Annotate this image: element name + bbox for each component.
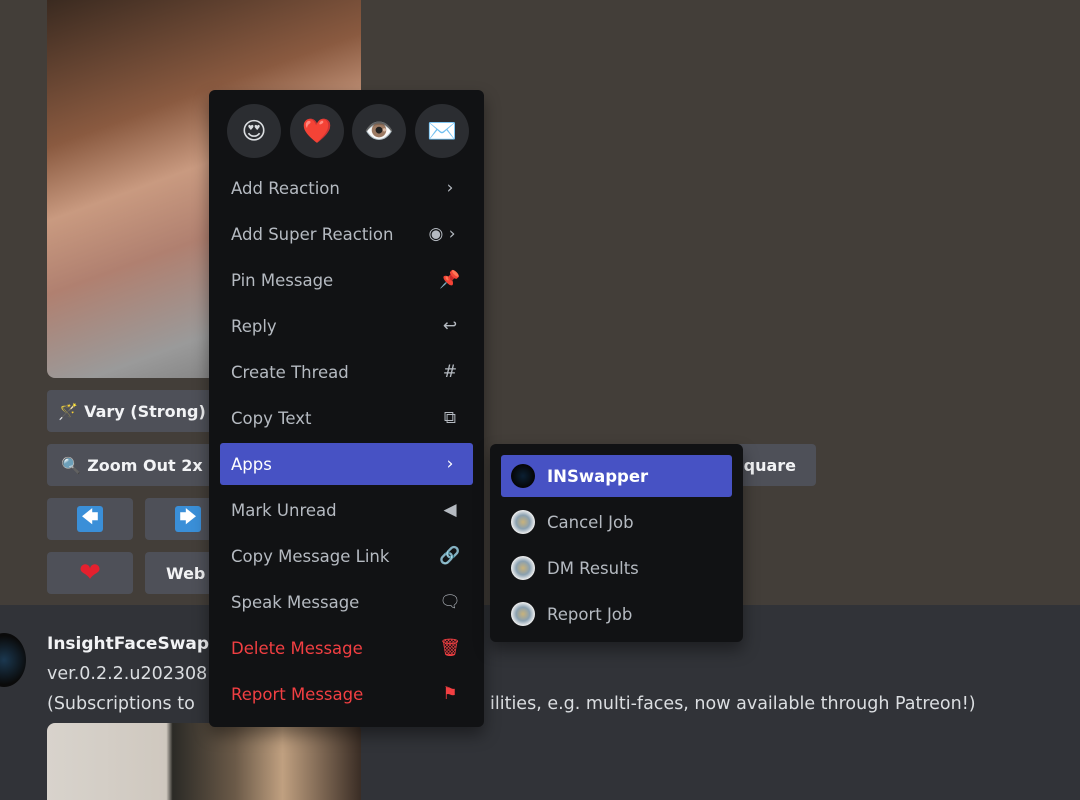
menu-item-label: Copy Text (231, 408, 312, 428)
inswapper-avatar-icon (511, 464, 535, 488)
app-avatar-icon (511, 556, 535, 580)
menu-item-label: Copy Message Link (231, 546, 390, 566)
menu-item-mark-unread[interactable]: Mark Unread ◀ (220, 489, 473, 531)
pin-icon: 📌 (439, 270, 461, 290)
thread-icon: # (442, 362, 458, 382)
magnifier-icon: 🔍 (61, 455, 82, 475)
app-avatar-icon (511, 602, 535, 626)
favorite-button[interactable]: ❤ (47, 552, 133, 594)
menu-item-label: Delete Message (231, 638, 363, 658)
super-reaction-chevron-icon: ◉ › (428, 224, 456, 244)
arrow-right-icon: 🡆 (175, 506, 201, 532)
menu-item-reply[interactable]: Reply ↩ (220, 305, 473, 347)
message-text-start: (Subscriptions to (47, 694, 195, 714)
zoom-out-button[interactable]: 🔍 Zoom Out 2x (47, 444, 217, 486)
app-dm-results[interactable]: DM Results (501, 547, 732, 589)
chevron-right-icon: › (446, 454, 454, 474)
quick-reaction-eye[interactable]: 👁️ (352, 104, 406, 158)
menu-item-add-super-reaction[interactable]: Add Super Reaction ◉ › (220, 213, 473, 255)
chevron-right-icon: › (446, 178, 454, 198)
magic-wand-icon: 🪄 (58, 401, 79, 421)
quick-reaction-envelope[interactable]: ✉️ (415, 104, 469, 158)
quick-reaction-heart[interactable]: ❤️ (290, 104, 344, 158)
message-author[interactable]: InsightFaceSwap (47, 634, 209, 654)
message-context-menu: 😍 ❤️ 👁️ ✉️ Add Reaction › Add Super Reacti… (209, 90, 484, 727)
pan-left-button[interactable]: 🡄 (47, 498, 133, 540)
menu-item-report-message[interactable]: Report Message ⚑ (220, 673, 473, 715)
reply-icon: ↩ (442, 316, 458, 336)
message-text-end: ilities, e.g. multi-faces, now available… (490, 694, 976, 714)
menu-item-speak-message[interactable]: Speak Message 🗨 (220, 581, 473, 623)
quick-reaction-heart-eyes[interactable]: 😍 (227, 104, 281, 158)
menu-item-copy-message-link[interactable]: Copy Message Link 🔗 (220, 535, 473, 577)
menu-item-label: Report Message (231, 684, 364, 704)
app-avatar-icon (511, 510, 535, 534)
speak-icon: 🗨 (439, 592, 461, 612)
menu-item-copy-text[interactable]: Copy Text ⧉ (220, 397, 473, 439)
menu-item-label: Speak Message (231, 592, 360, 612)
app-inswapper[interactable]: INSwapper (501, 455, 732, 497)
app-cancel-job[interactable]: Cancel Job (501, 501, 732, 543)
menu-item-pin-message[interactable]: Pin Message 📌 (220, 259, 473, 301)
menu-item-add-reaction[interactable]: Add Reaction › (220, 167, 473, 209)
menu-item-label: Mark Unread (231, 500, 337, 520)
menu-item-label: Add Reaction (231, 178, 340, 198)
attachment-image[interactable] (47, 723, 361, 800)
menu-item-apps[interactable]: Apps › (220, 443, 473, 485)
copy-icon: ⧉ (443, 408, 457, 428)
menu-item-label: Add Super Reaction (231, 224, 394, 244)
apps-submenu: INSwapper Cancel Job DM Results Report J… (490, 444, 743, 642)
message-version-line: ver.0.2.2.u202308 (47, 664, 208, 684)
menu-item-create-thread[interactable]: Create Thread # (220, 351, 473, 393)
vary-strong-button[interactable]: 🪄 Vary (Strong) (47, 390, 217, 432)
app-report-job[interactable]: Report Job (501, 593, 732, 635)
flag-icon: ⚑ (442, 684, 458, 704)
heart-icon: ❤ (79, 558, 101, 588)
trash-icon: 🗑 (439, 638, 461, 658)
menu-item-delete-message[interactable]: Delete Message 🗑 (220, 627, 473, 669)
menu-item-label: Reply (231, 316, 277, 336)
menu-item-label: Create Thread (231, 362, 349, 382)
mark-unread-icon: ◀ (443, 500, 457, 520)
menu-item-label: Pin Message (231, 270, 334, 290)
arrow-left-icon: 🡄 (77, 506, 103, 532)
link-icon: 🔗 (439, 546, 461, 566)
menu-item-label: Apps (231, 454, 272, 474)
